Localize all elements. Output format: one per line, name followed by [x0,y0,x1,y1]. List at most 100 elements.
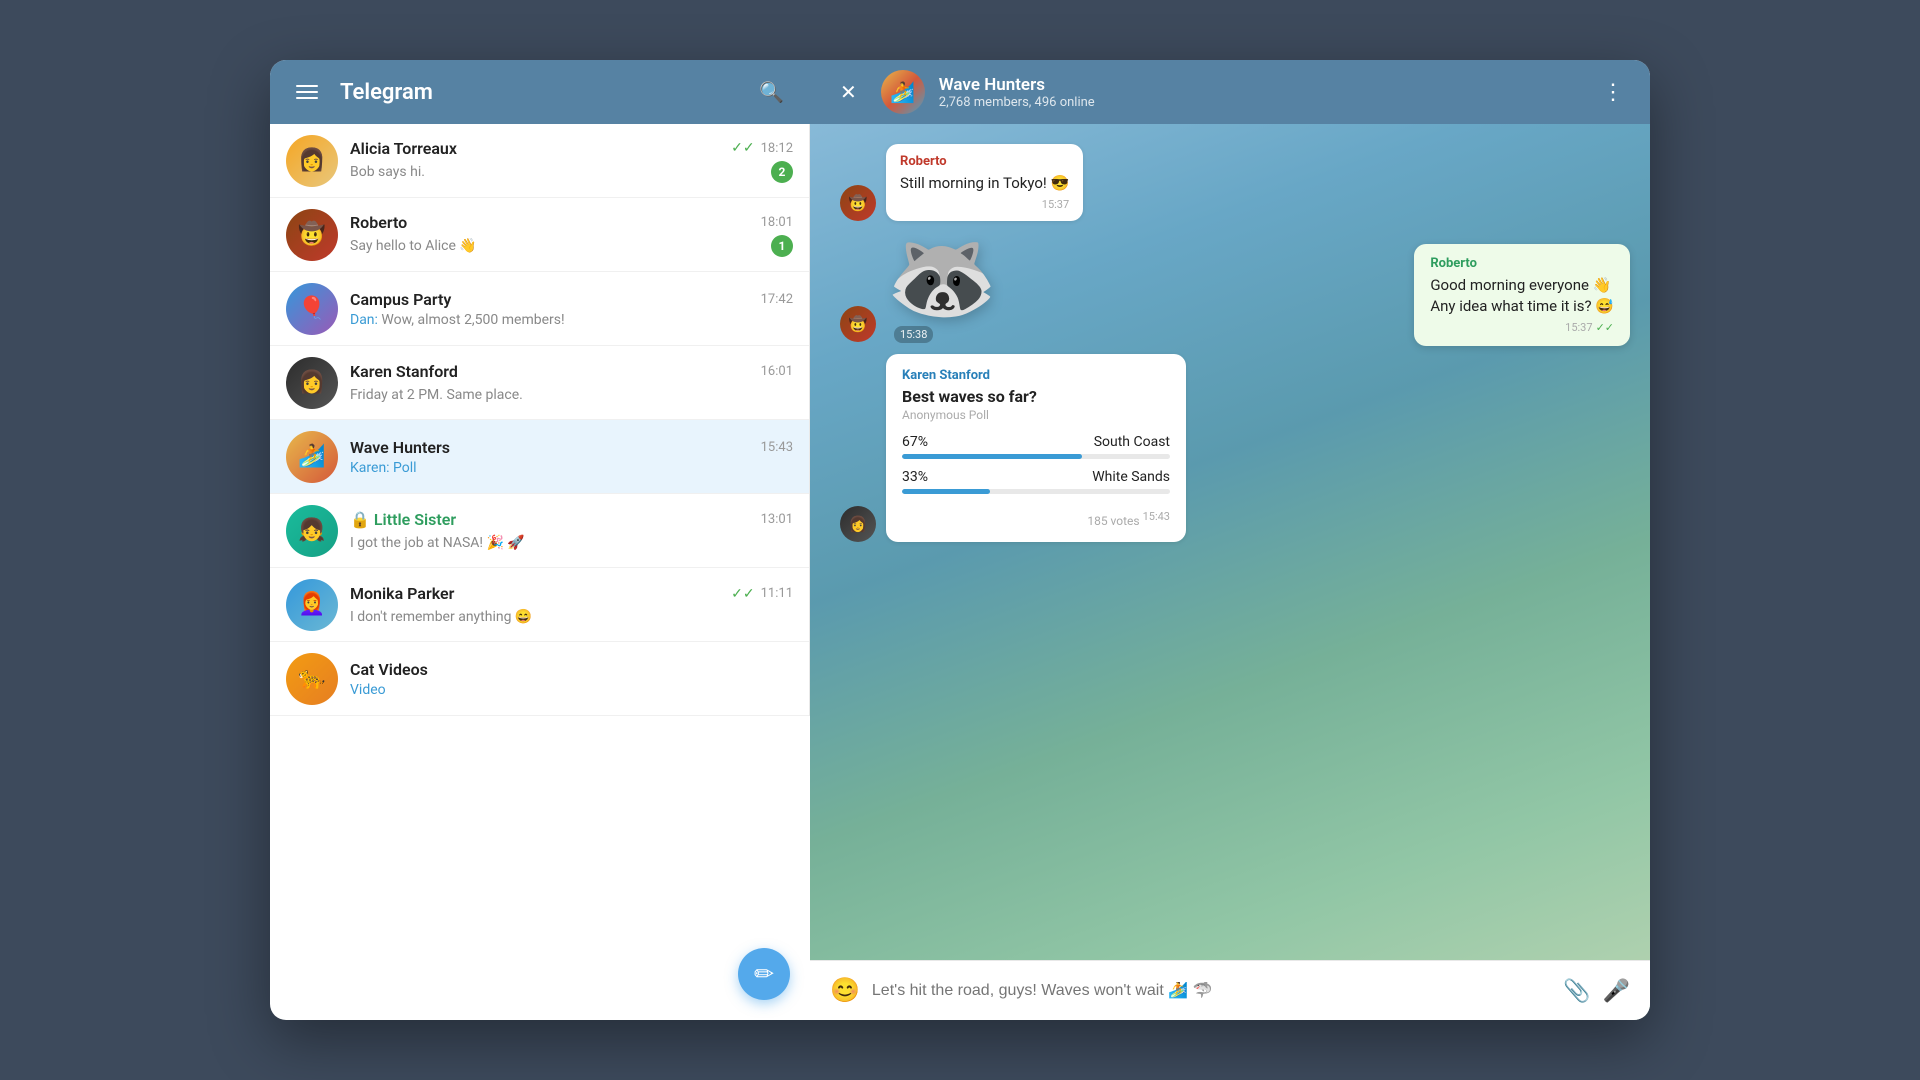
avatar-roberto: 🤠 [286,209,338,261]
item-name-alicia: Alicia Torreaux [350,139,457,158]
chat-header: ✕ 🏄 Wave Hunters 2,768 members, 496 onli… [810,70,1650,114]
msg-avatar-karen: 👩 [840,506,876,542]
item-top-alicia: Alicia Torreaux ✓✓ 18:12 [350,139,793,158]
item-body-catvideos: Cat Videos Video [350,660,793,698]
search-button[interactable]: 🔍 [753,74,790,111]
item-name-monika: Monika Parker [350,584,454,603]
poll-option-2-label: White Sands [1092,469,1170,485]
sidebar-item-roberto[interactable]: 🤠 Roberto 18:01 Say hello to Alice 👋 1 [270,198,809,272]
check-icon-alicia: ✓✓ [731,140,754,156]
item-time-alicia: 18:12 [761,141,793,156]
header: Telegram 🔍 ✕ 🏄 Wave Hunters 2,768 member… [270,60,1650,124]
msg-bubble-roberto: Roberto Still morning in Tokyo! 😎 15:37 [886,144,1083,221]
item-preview-roberto: Say hello to Alice 👋 [350,238,477,254]
check-icon-monika: ✓✓ [731,586,754,602]
item-body-karen: Karen Stanford 16:01 Friday at 2 PM. Sam… [350,362,793,403]
item-preview-alicia: Bob says hi. [350,164,425,180]
sidebar-item-wavehunters[interactable]: 🏄 Wave Hunters 15:43 Karen: Poll [270,420,809,494]
item-body-roberto: Roberto 18:01 Say hello to Alice 👋 1 [350,213,793,257]
item-body-alicia: Alicia Torreaux ✓✓ 18:12 Bob says hi. 2 [350,139,793,183]
msg-avatar-sticker: 🤠 [840,306,876,342]
message-row-roberto: 🤠 Roberto Still morning in Tokyo! 😎 15:3… [840,144,1620,221]
main-content: 👩 Alicia Torreaux ✓✓ 18:12 Bob says hi. … [270,124,1650,1020]
msg-avatar-roberto: 🤠 [840,185,876,221]
item-time-monika: 11:11 [761,586,793,601]
chat-name: Wave Hunters [939,75,1582,95]
item-name-wavehunters: Wave Hunters [350,438,450,457]
poll-title: Best waves so far? [902,387,1170,406]
item-top-roberto: Roberto 18:01 [350,213,793,232]
item-name-roberto: Roberto [350,213,407,232]
app-title: Telegram [340,80,737,105]
avatar-alicia: 👩 [286,135,338,187]
item-preview-littlesister: I got the job at NASA! 🎉 🚀 [350,535,525,551]
outgoing-sender: Roberto [1430,256,1614,271]
item-preview-campus: Dan: Wow, almost 2,500 members! [350,312,690,328]
item-body-littlesister: 🔒 Little Sister 13:01 I got the job at N… [350,510,793,551]
avatar-catvideos: 🐆 [286,653,338,705]
item-name-campus: Campus Party [350,290,451,309]
poll-type: Anonymous Poll [902,408,1170,422]
sidebar-header: Telegram 🔍 [270,60,810,124]
more-button[interactable]: ⋮ [1596,73,1630,111]
poll-bubble: Karen Stanford Best waves so far? Anonym… [886,354,1186,542]
avatar-karen: 👩 [286,357,338,409]
sidebar: 👩 Alicia Torreaux ✓✓ 18:12 Bob says hi. … [270,124,810,716]
item-body-wavehunters: Wave Hunters 15:43 Karen: Poll [350,438,793,476]
outgoing-message-bubble: Roberto Good morning everyone 👋Any idea … [1414,244,1630,346]
item-time-roberto: 18:01 [761,215,793,230]
hamburger-button[interactable] [290,79,324,105]
item-preview-catvideos: Video [350,682,690,698]
item-name-catvideos: Cat Videos [350,660,428,679]
sidebar-item-catvideos[interactable]: 🐆 Cat Videos Video [270,642,809,716]
poll-bar-1 [902,454,1082,459]
chat-input[interactable] [872,982,1551,1000]
item-top-monika: Monika Parker ✓✓ 11:11 [350,584,793,603]
sidebar-item-alicia[interactable]: 👩 Alicia Torreaux ✓✓ 18:12 Bob says hi. … [270,124,809,198]
compose-button[interactable]: ✏ [738,948,790,1000]
item-time-campus: 17:42 [761,292,793,307]
sidebar-item-littlesister[interactable]: 👧 🔒 Little Sister 13:01 I got the job at… [270,494,809,568]
avatar-wavehunters: 🏄 [286,431,338,483]
badge-roberto: 1 [771,235,793,257]
msg-text-roberto: Still morning in Tokyo! 😎 [900,173,1069,194]
app-window: Telegram 🔍 ✕ 🏄 Wave Hunters 2,768 member… [270,60,1650,1020]
hamburger-icon [296,85,318,99]
item-name-littlesister: 🔒 Little Sister [350,510,456,529]
sidebar-item-monika[interactable]: 👩‍🦰 Monika Parker ✓✓ 11:11 I don't remem… [270,568,809,642]
message-row-poll: 👩 Karen Stanford Best waves so far? Anon… [840,354,1620,542]
outgoing-bubble-container: Roberto Good morning everyone 👋Any idea … [1414,244,1630,346]
mic-button[interactable]: 🎤 [1603,978,1630,1004]
outgoing-check-icon: ✓✓ [1596,321,1614,334]
sidebar-item-karen[interactable]: 👩 Karen Stanford 16:01 Friday at 2 PM. S… [270,346,809,420]
item-time-wavehunters: 15:43 [761,440,793,455]
sidebar-item-campus[interactable]: 🎈 Campus Party 17:42 Dan: Wow, almost 2,… [270,272,809,346]
poll-option-1-pct: 67% [902,434,928,450]
item-preview-wavehunters: Karen: Poll [350,460,690,476]
poll-votes: 185 votes [1087,514,1139,528]
outgoing-text: Good morning everyone 👋Any idea what tim… [1430,275,1614,317]
chat-area: 🤠 Roberto Still morning in Tokyo! 😎 15:3… [810,124,1650,1020]
chat-header-avatar: 🏄 [881,70,925,114]
poll-option-2[interactable]: 33% White Sands [902,469,1170,494]
item-preview-monika: I don't remember anything 😄 [350,609,532,625]
poll-sender: Karen Stanford [902,368,1170,383]
item-time-karen: 16:01 [761,364,793,379]
item-top-karen: Karen Stanford 16:01 [350,362,793,381]
emoji-button[interactable]: 😊 [830,976,860,1005]
poll-option-1[interactable]: 67% South Coast [902,434,1170,459]
outgoing-time: 15:37 ✓✓ [1430,321,1614,334]
item-top-campus: Campus Party 17:42 [350,290,793,309]
attach-button[interactable]: 📎 [1563,978,1590,1004]
poll-bar-2 [902,489,990,494]
close-button[interactable]: ✕ [830,74,867,111]
sticker-image: 🦝 [886,233,998,323]
badge-alicia: 2 [771,161,793,183]
poll-time: 185 votes 15:43 [902,504,1170,528]
avatar-campus: 🎈 [286,283,338,335]
item-top-littlesister: 🔒 Little Sister 13:01 [350,510,793,529]
item-preview-karen: Friday at 2 PM. Same place. [350,387,523,403]
item-top-catvideos: Cat Videos [350,660,793,679]
sidebar-wrapper: 👩 Alicia Torreaux ✓✓ 18:12 Bob says hi. … [270,124,810,1020]
item-time-littlesister: 13:01 [761,512,793,527]
